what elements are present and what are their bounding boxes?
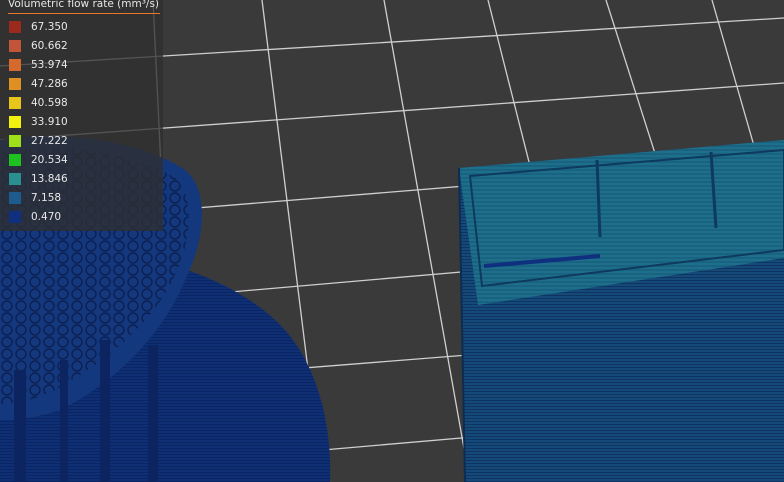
legend-swatch (9, 40, 21, 52)
legend-swatch (9, 135, 21, 147)
legend-swatch (9, 116, 21, 128)
legend-value: 33.910 (31, 116, 68, 128)
legend-swatch (9, 192, 21, 204)
legend-swatch (9, 154, 21, 166)
legend-entry: 67.350 (9, 20, 68, 34)
box-part[interactable] (458, 140, 784, 482)
legend-swatch (9, 97, 21, 109)
legend-swatch (9, 21, 21, 33)
legend-value: 13.846 (31, 173, 68, 185)
legend-swatch (9, 173, 21, 185)
support-pillar (60, 360, 68, 482)
legend-entry: 27.222 (9, 134, 68, 148)
support-pillar (100, 340, 110, 482)
legend-value: 60.662 (31, 40, 68, 52)
legend-entry: 40.598 (9, 96, 68, 110)
3d-preview-viewport[interactable]: Volumetric flow rate (mm³/s) 67.350 60.6… (0, 0, 784, 482)
legend-swatch (9, 59, 21, 71)
legend-value: 20.534 (31, 154, 68, 166)
legend-value: 0.470 (31, 211, 62, 223)
legend-value: 40.598 (31, 97, 68, 109)
support-pillar (148, 345, 158, 482)
legend-panel: Volumetric flow rate (mm³/s) 67.350 60.6… (0, 0, 163, 231)
legend-entry: 20.534 (9, 153, 68, 167)
legend-value: 7.158 (31, 192, 62, 204)
legend-entry: 7.158 (9, 191, 61, 205)
legend-entry: 60.662 (9, 39, 68, 53)
legend-value: 67.350 (31, 21, 68, 33)
legend-value: 53.974 (31, 59, 68, 71)
legend-entry: 53.974 (9, 58, 68, 72)
legend-entry: 0.470 (9, 210, 61, 224)
legend-entry: 33.910 (9, 115, 68, 129)
legend-swatch (9, 78, 21, 90)
legend-title: Volumetric flow rate (mm³/s) (8, 0, 160, 14)
legend-entry: 47.286 (9, 77, 68, 91)
legend-swatch (9, 211, 21, 223)
legend-value: 47.286 (31, 78, 68, 90)
legend-entry: 13.846 (9, 172, 68, 186)
support-pillar (14, 370, 26, 482)
legend-value: 27.222 (31, 135, 68, 147)
